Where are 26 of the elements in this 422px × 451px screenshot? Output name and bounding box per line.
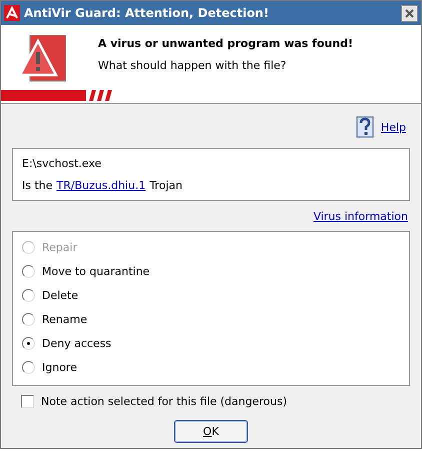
alert-heading: A virus or unwanted program was found!: [98, 37, 353, 50]
radio-button[interactable]: [22, 312, 35, 326]
logo-icon: [4, 5, 20, 21]
ok-button[interactable]: OK: [174, 420, 248, 443]
detection-text: Is the: [22, 179, 53, 192]
action-option[interactable]: Ignore: [22, 355, 400, 379]
help-icon[interactable]: [354, 116, 375, 138]
checkbox[interactable]: [21, 395, 34, 408]
help-link[interactable]: Help: [380, 120, 406, 134]
radio-button[interactable]: [22, 336, 35, 350]
detection-type: Trojan: [150, 179, 182, 192]
virus-name-link[interactable]: TR/Buzus.dhiu.1: [56, 179, 146, 192]
window-title: AntiVir Guard: Attention, Detection!: [24, 6, 270, 20]
radio-button[interactable]: [22, 360, 35, 374]
action-option[interactable]: Move to quarantine: [22, 259, 400, 283]
radio-button[interactable]: [22, 264, 35, 278]
note-option[interactable]: Note action selected for this file (dangerous): [12, 386, 410, 408]
virus-information-link[interactable]: Virus information: [313, 210, 408, 223]
action-option[interactable]: Delete: [22, 283, 400, 307]
action-option[interactable]: Deny access: [22, 331, 400, 355]
close-icon: [405, 8, 414, 18]
action-option[interactable]: Rename: [22, 307, 400, 331]
close-button[interactable]: [401, 4, 418, 22]
file-path: E:\svchost.exe: [21, 156, 102, 170]
alert-question: What should happen with the file?: [98, 59, 288, 72]
radio-button[interactable]: [22, 288, 35, 302]
